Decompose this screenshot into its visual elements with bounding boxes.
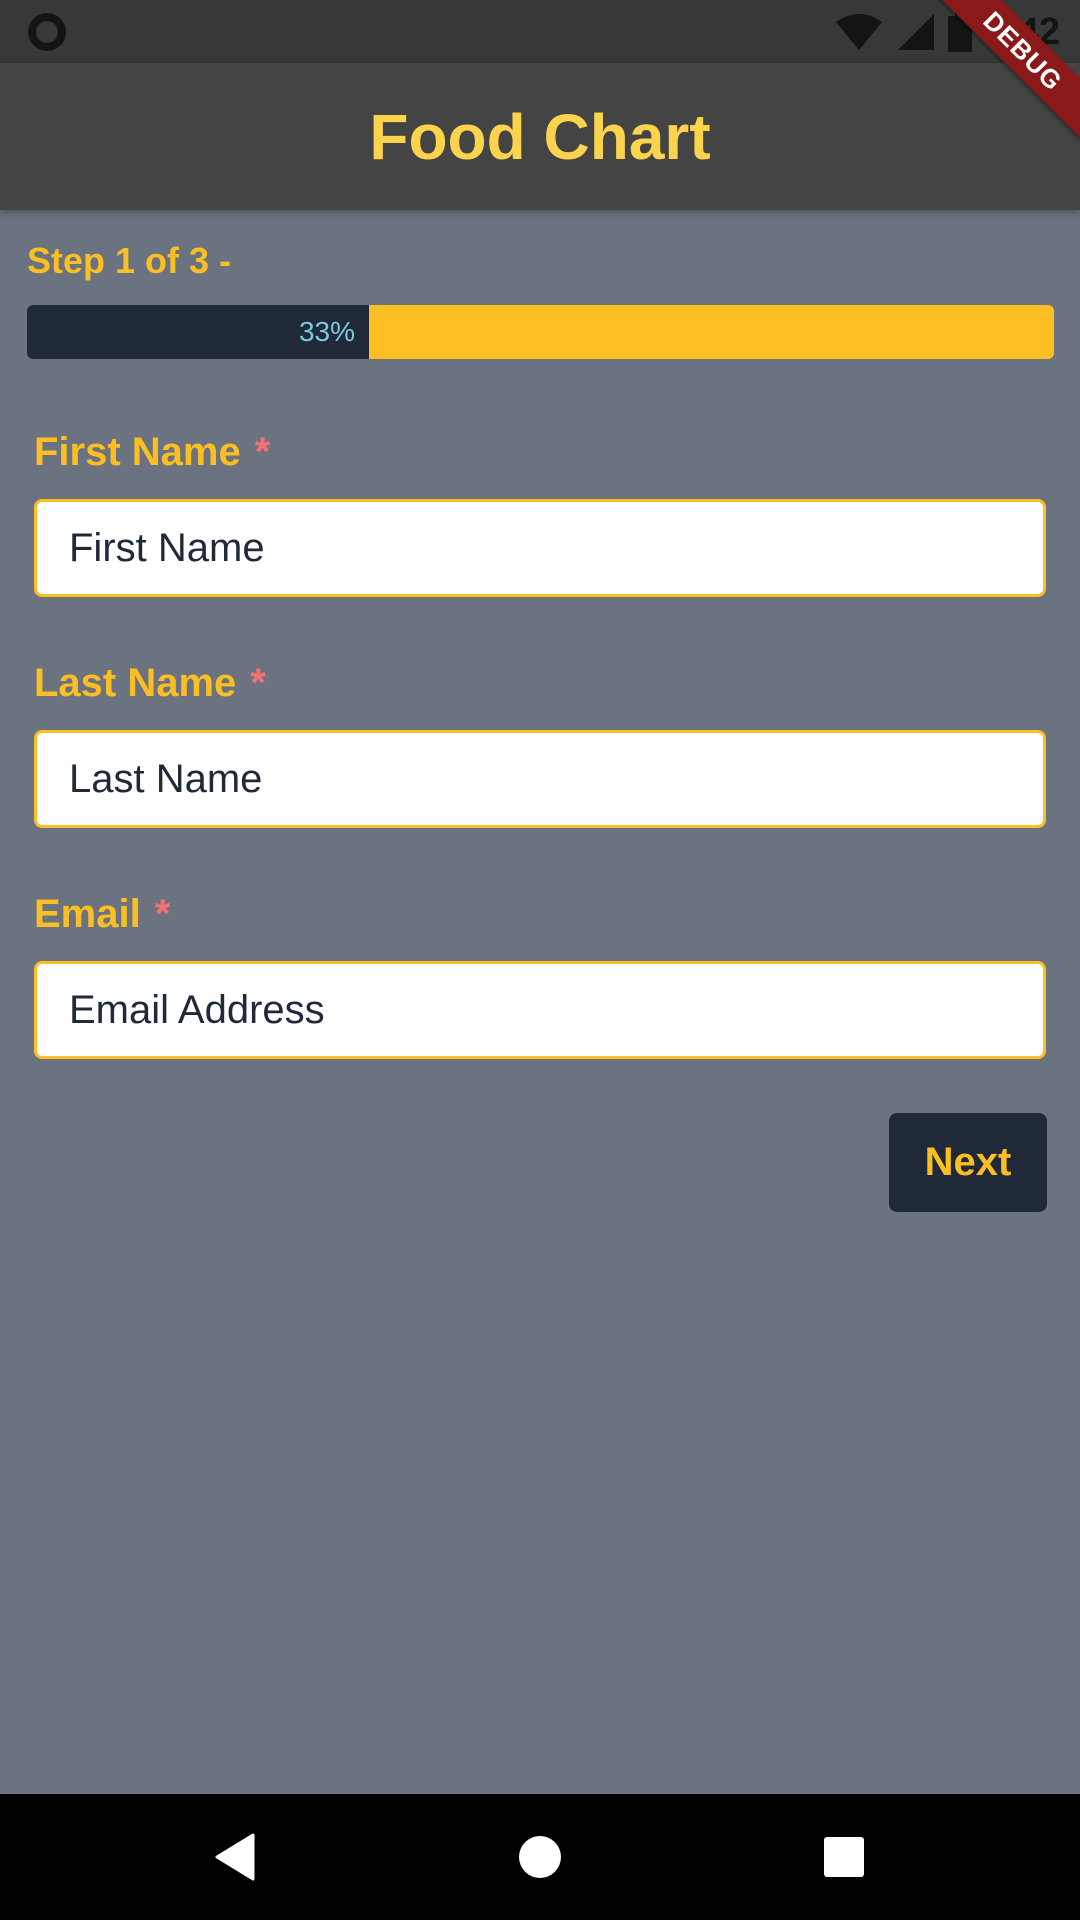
first-name-input[interactable]: [34, 499, 1046, 597]
progress-bar: 33%: [27, 305, 1054, 359]
email-label: Email *: [34, 892, 170, 937]
home-icon: [519, 1836, 561, 1878]
back-icon: [215, 1833, 255, 1881]
last-name-input[interactable]: [34, 730, 1046, 828]
app-title: Food Chart: [369, 100, 711, 173]
navigation-bar: [0, 1794, 1080, 1920]
required-mark: *: [154, 892, 171, 936]
wifi-icon: [835, 14, 882, 50]
first-name-label-text: First Name: [34, 430, 241, 474]
signal-icon: [897, 14, 934, 50]
last-name-label: Last Name *: [34, 661, 266, 706]
recents-icon: [824, 1837, 864, 1877]
required-mark: *: [254, 430, 271, 474]
status-bar: 1:42: [0, 0, 1080, 63]
last-name-label-text: Last Name: [34, 661, 237, 705]
app-bar: Food Chart: [0, 63, 1080, 210]
record-icon: [28, 13, 66, 51]
required-mark: *: [250, 661, 266, 705]
recents-button[interactable]: [784, 1794, 904, 1920]
next-button[interactable]: Next: [889, 1113, 1047, 1212]
progress-fill: 33%: [27, 305, 369, 359]
back-button[interactable]: [175, 1794, 295, 1920]
progress-percent: 33%: [298, 316, 355, 347]
step-label: Step 1 of 3 -: [27, 240, 232, 281]
email-label-text: Email: [34, 892, 141, 936]
home-button[interactable]: [480, 1794, 600, 1920]
first-name-label: First Name *: [34, 430, 270, 475]
email-input[interactable]: [34, 961, 1046, 1059]
